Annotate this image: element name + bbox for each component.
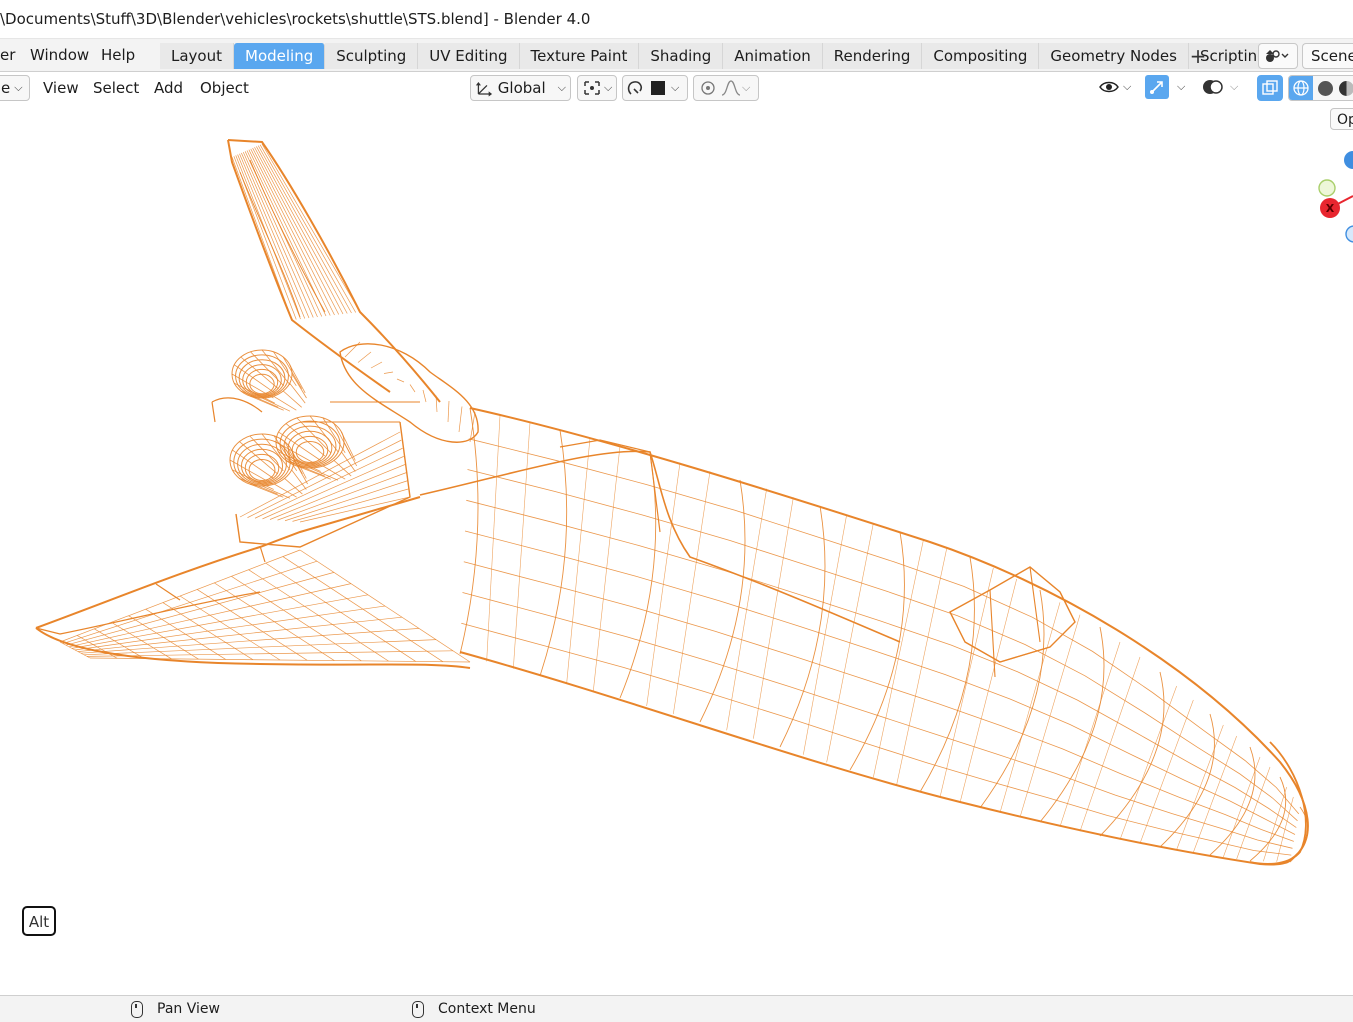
- chevron-down-icon: ⌵: [1123, 80, 1132, 93]
- visibility-selector[interactable]: ⌵: [1099, 75, 1139, 99]
- pivot-icon: [584, 81, 600, 95]
- gizmo-toggle[interactable]: ⌵: [1145, 75, 1193, 99]
- gizmo-z-icon[interactable]: [1344, 151, 1353, 169]
- add-workspace-button[interactable]: +: [1187, 44, 1209, 68]
- status-bar: Pan View Context Menu: [0, 995, 1353, 1022]
- gizmo-x-label: X: [1326, 202, 1335, 215]
- tab-animation[interactable]: Animation: [723, 43, 823, 69]
- wireframe-shading-icon[interactable]: [1289, 76, 1313, 100]
- orientation-icon: [475, 82, 493, 97]
- tab-geometry-nodes[interactable]: Geometry Nodes: [1039, 43, 1189, 69]
- scene-browse-button[interactable]: [1258, 43, 1298, 69]
- menu-window[interactable]: Window: [30, 45, 89, 65]
- viewport-header: e ⌵ View Select Add Object Global ⌵ ⌵ ⌵: [0, 72, 1353, 102]
- viewport-canvas[interactable]: X: [0, 102, 1353, 994]
- proportional-edit-icon: [701, 81, 715, 95]
- shuttle-wireframe[interactable]: [35, 139, 1309, 866]
- status-pan-view: Pan View: [131, 999, 220, 1019]
- top-bar: er Window Help Layout Modeling Sculpting…: [0, 39, 1353, 72]
- tab-sculpting[interactable]: Sculpting: [325, 43, 419, 69]
- snap-magnet-icon: [627, 81, 642, 95]
- falloff-curve-icon: [721, 80, 741, 96]
- chevron-down-icon: ⌵: [671, 81, 680, 94]
- scene-selector: Scene: [1258, 43, 1353, 69]
- tab-compositing[interactable]: Compositing: [922, 43, 1040, 69]
- title-bar: \Documents\Stuff\3D\Blender\vehicles\roc…: [0, 0, 1353, 39]
- chevron-down-icon: ⌵: [557, 81, 566, 94]
- material-shading-icon[interactable]: [1339, 80, 1353, 96]
- overlays-icon: [1203, 80, 1223, 94]
- solid-shading-icon[interactable]: [1318, 80, 1333, 96]
- snap-target-icon: [651, 81, 665, 95]
- shading-mode-selector: [1288, 75, 1353, 101]
- transform-orientation-selector[interactable]: Global ⌵: [470, 75, 571, 101]
- chevron-down-icon: ⌵: [1177, 80, 1186, 93]
- proportional-editing-controls[interactable]: ⌵: [693, 75, 759, 101]
- tab-uv-editing[interactable]: UV Editing: [418, 43, 520, 69]
- tab-modeling[interactable]: Modeling: [234, 43, 326, 69]
- menu-render[interactable]: er: [0, 45, 15, 65]
- tab-layout[interactable]: Layout: [160, 43, 234, 69]
- menu-select[interactable]: Select: [93, 78, 139, 98]
- pan-view-label: Pan View: [157, 1001, 220, 1017]
- tab-texture-paint[interactable]: Texture Paint: [519, 43, 640, 69]
- orientation-label: Global: [497, 79, 546, 97]
- window-title: \Documents\Stuff\3D\Blender\vehicles\roc…: [0, 10, 591, 28]
- context-menu-label: Context Menu: [438, 1001, 536, 1017]
- menu-add[interactable]: Add: [154, 78, 183, 98]
- xray-toggle[interactable]: [1257, 75, 1283, 101]
- pivot-point-selector[interactable]: ⌵: [577, 75, 617, 101]
- status-context-menu: Context Menu: [412, 999, 536, 1019]
- mouse-right-icon: [412, 1000, 424, 1018]
- mode-selector[interactable]: e ⌵: [0, 75, 30, 101]
- chevron-down-icon: ⌵: [604, 81, 613, 94]
- gizmo-icon: [1145, 75, 1169, 99]
- alt-key-indicator: Alt: [22, 906, 56, 936]
- last-operator-panel-button[interactable]: Op: [1330, 108, 1353, 130]
- scene-icon: [1266, 50, 1289, 62]
- eye-icon: [1099, 81, 1119, 93]
- navigation-gizmo[interactable]: X: [1318, 151, 1353, 243]
- scene-name-field[interactable]: Scene: [1302, 43, 1353, 69]
- menu-view[interactable]: View: [43, 78, 79, 98]
- mouse-middle-icon: [131, 1000, 143, 1018]
- chevron-down-icon: ⌵: [1230, 80, 1239, 93]
- overlays-toggle[interactable]: ⌵: [1202, 75, 1248, 99]
- 3d-viewport[interactable]: X Op: [0, 102, 1353, 994]
- chevron-down-icon: ⌵: [14, 81, 23, 94]
- xray-icon: [1262, 80, 1278, 95]
- workspace-tabs: Layout Modeling Sculpting UV Editing Tex…: [160, 43, 1279, 69]
- gizmo-neg-y-icon[interactable]: [1318, 179, 1336, 197]
- tab-rendering[interactable]: Rendering: [822, 43, 923, 69]
- mode-label: e: [1, 79, 11, 97]
- snapping-controls[interactable]: ⌵: [622, 75, 688, 101]
- chevron-down-icon: ⌵: [742, 81, 751, 94]
- menu-object[interactable]: Object: [200, 78, 249, 98]
- tab-shading[interactable]: Shading: [639, 43, 724, 69]
- gizmo-neg-z-icon[interactable]: [1345, 225, 1353, 243]
- menu-help[interactable]: Help: [101, 45, 135, 65]
